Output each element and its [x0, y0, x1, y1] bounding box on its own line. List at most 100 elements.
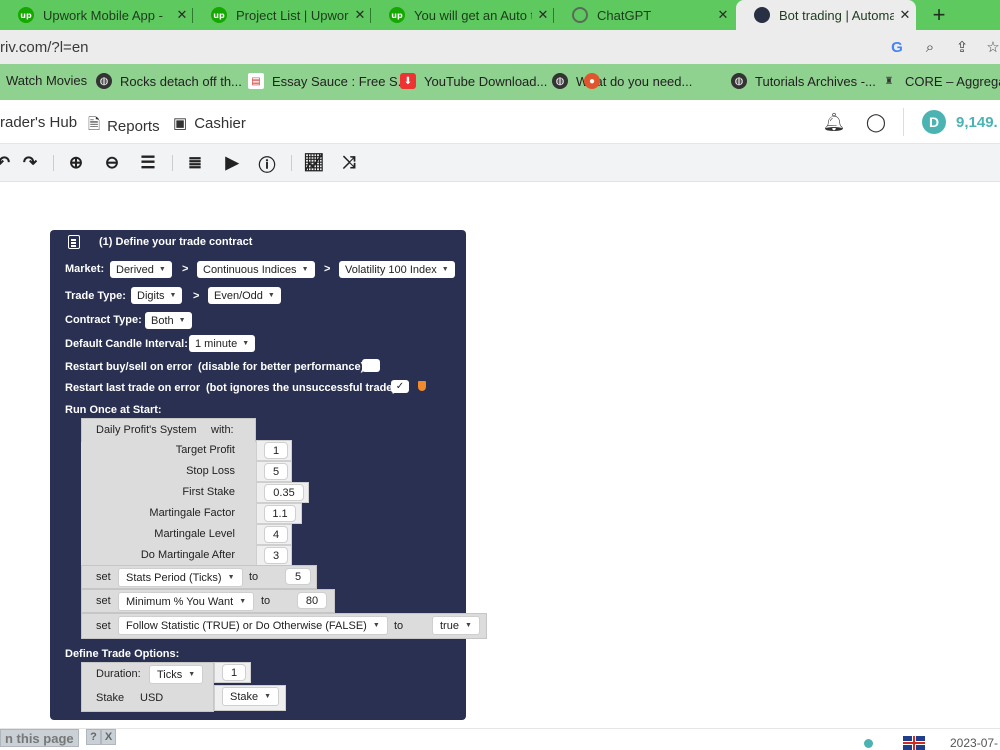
undo-icon[interactable]: ↶ [0, 152, 14, 174]
globe-icon: ◍ [552, 73, 568, 89]
param-label: Do Martingale After [140, 549, 235, 561]
nav-traders-hub[interactable]: rader's Hub [0, 114, 77, 131]
restart-error-note: (disable for better performance): [198, 361, 368, 373]
variable-dropdown[interactable]: Minimum % You Want ▼ [118, 592, 255, 611]
close-icon[interactable]: ✕ [712, 7, 734, 23]
journal-icon[interactable]: ≣ [184, 152, 206, 174]
minimum-percent-input[interactable]: 80 [297, 592, 327, 609]
caret-down-icon: ▼ [242, 340, 250, 347]
url-text[interactable]: riv.com/?l=en [0, 39, 89, 56]
martingale-factor-input[interactable]: 1.1 [264, 505, 296, 522]
dropdown-value: Volatility 100 Index [345, 263, 437, 276]
close-icon[interactable]: ✕ [894, 7, 916, 23]
sort-blocks-icon[interactable]: ☰ [137, 152, 159, 174]
tab-project-list[interactable]: up Project List | Upwork ✕ [193, 0, 371, 30]
restart-error-checkbox[interactable] [362, 359, 380, 372]
set-block-minimum-percent[interactable]: set Minimum % You Want ▼ to 80 [81, 589, 335, 613]
redo-icon[interactable]: ↷ [19, 152, 41, 174]
document-icon [68, 235, 80, 249]
bookmark-label: YouTube Download... [424, 73, 548, 89]
tab-upwork-mobile[interactable]: up Upwork Mobile App - ✕ [0, 0, 193, 30]
chart-icon[interactable]: 📈︎ [303, 152, 325, 174]
duration-unit-dropdown[interactable]: Ticks ▼ [149, 665, 204, 684]
stake-variable-dropdown[interactable]: Stake ▼ [222, 687, 280, 706]
star-icon[interactable]: ☆ [982, 37, 1000, 57]
tab-chatgpt[interactable]: ChatGPT ✕ [554, 0, 734, 30]
trade-subtype-dropdown[interactable]: Even/Odd ▼ [208, 287, 281, 304]
nav-label: rader's Hub [0, 114, 78, 131]
tab-bot-trading[interactable]: Bot trading | Automat ✕ [736, 0, 916, 30]
zoom-in-icon[interactable]: ⊕ [65, 152, 87, 174]
run-icon[interactable]: ▶ [221, 152, 243, 174]
trade-type-dropdown[interactable]: Digits ▼ [131, 287, 183, 304]
close-icon[interactable]: X [101, 729, 116, 745]
close-icon[interactable]: ✕ [532, 7, 554, 23]
google-icon[interactable]: G [886, 37, 908, 57]
martingale-level-input[interactable]: 4 [264, 526, 288, 543]
function-name: Daily Profit's System [96, 424, 197, 436]
stop-loss-input[interactable]: 5 [264, 463, 288, 480]
contract-type-dropdown[interactable]: Both ▼ [145, 312, 192, 329]
app-header: rader's Hub 🗎 Reports ▣ Cashier 🔔︎ ◯ D 9… [0, 100, 1000, 144]
caret-down-icon: ▼ [372, 622, 380, 629]
uk-flag-icon[interactable] [903, 736, 925, 750]
help-icon[interactable]: ? [86, 729, 101, 745]
zoom-icon[interactable]: ⌕ [919, 37, 941, 57]
reports-icon: 🗎 [88, 116, 101, 133]
blockly-workspace[interactable]: (1) Define your trade contract Market: D… [0, 182, 1000, 728]
bookmark-rocks[interactable]: ◍ Rocks detach off th... [96, 73, 242, 89]
tab-title: Upwork Mobile App - [43, 7, 163, 23]
tab-auto-trading[interactable]: up You will get an Auto t ✕ [371, 0, 554, 30]
dropdown-value: Minimum % You Want [126, 595, 234, 608]
caret-down-icon: ▼ [264, 693, 272, 700]
nav-reports[interactable]: 🗎 Reports [88, 114, 160, 139]
bell-icon[interactable]: 🔔︎ [822, 110, 846, 134]
share-icon[interactable]: ⇪ [951, 37, 973, 57]
dropdown-value: Both [151, 314, 174, 327]
set-keyword: set [96, 620, 111, 632]
target-profit-input[interactable]: 1 [264, 442, 288, 459]
candle-interval-label: Default Candle Interval: [65, 338, 188, 350]
submarket-dropdown[interactable]: Continuous Indices ▼ [197, 261, 315, 278]
do-martingale-after-input[interactable]: 3 [264, 547, 288, 564]
account-balance[interactable]: 9,149. [956, 114, 998, 131]
info-icon[interactable]: ⓘ [256, 152, 278, 175]
dropdown-value: true [440, 619, 459, 632]
chatgpt-icon [572, 7, 588, 23]
set-block-follow-statistic[interactable]: set Follow Statistic (TRUE) or Do Otherw… [81, 613, 487, 639]
zoom-out-icon[interactable]: ⊖ [101, 152, 123, 174]
new-tab-button[interactable]: + [925, 0, 953, 30]
upwork-icon: up [389, 7, 405, 23]
bookmark-tutorials[interactable]: ◍ Tutorials Archives -... [731, 73, 876, 89]
nav-cashier[interactable]: ▣ Cashier [173, 114, 246, 133]
define-options-label: Define Trade Options: [65, 648, 180, 660]
close-icon[interactable]: ✕ [349, 7, 371, 23]
bookmark-what-do-you-need[interactable]: ◍ What do you need... [552, 73, 692, 89]
bookmark-core[interactable]: ♜ CORE – Aggregati [881, 73, 1000, 89]
dropdown-value: Ticks [157, 668, 183, 681]
duration-input[interactable]: 1 [222, 664, 246, 681]
account-icon[interactable]: ◯ [864, 110, 888, 134]
restart-last-checkbox[interactable]: ✓ [391, 380, 409, 393]
candle-interval-dropdown[interactable]: 1 minute ▼ [189, 335, 256, 352]
first-stake-input[interactable]: 0.35 [264, 484, 304, 501]
trade-options-block[interactable]: Duration: Ticks ▼ Stake USD [81, 662, 214, 712]
close-icon[interactable]: ✕ [171, 7, 193, 23]
caret-down-icon: ▼ [464, 622, 472, 629]
symbol-dropdown[interactable]: Volatility 100 Index ▼ [339, 261, 455, 278]
bookmark-watch-movies[interactable]: Watch Movies [6, 73, 87, 88]
stats-period-input[interactable]: 5 [285, 568, 311, 585]
caret-down-icon: ▼ [441, 266, 449, 273]
set-block-stats-period[interactable]: set Stats Period (Ticks) ▼ to 5 [81, 565, 317, 589]
connection-status-indicator [864, 739, 873, 748]
currency-label: USD [140, 692, 164, 704]
boolean-dropdown[interactable]: true ▼ [432, 616, 480, 635]
bookmark-youtube-download[interactable]: ⬇ YouTube Download... [400, 73, 547, 89]
translate-this-page[interactable]: n this page [0, 729, 79, 747]
trading-view-icon[interactable]: ⤨ [338, 152, 360, 174]
variable-dropdown[interactable]: Stats Period (Ticks) ▼ [118, 568, 243, 587]
warning-icon[interactable] [418, 381, 426, 391]
bookmark-essay-sauce[interactable]: ▤ Essay Sauce : Free S... [248, 73, 409, 89]
variable-dropdown[interactable]: Follow Statistic (TRUE) or Do Otherwise … [118, 616, 388, 635]
market-dropdown[interactable]: Derived ▼ [110, 261, 172, 278]
